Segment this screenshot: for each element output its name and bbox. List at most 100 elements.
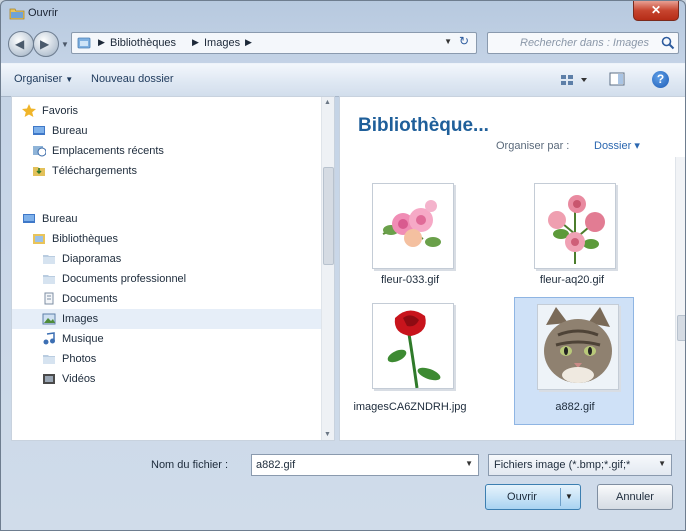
pink-roses-thumbnail — [382, 200, 441, 247]
image-thumbnail — [534, 183, 616, 269]
sidebar-item-label: Bibliothèques — [52, 233, 119, 245]
search-icon[interactable] — [661, 36, 675, 50]
scroll-thumb[interactable] — [323, 167, 334, 265]
address-bar[interactable]: ▶ Bibliothèques ▶ Images ▶ ▼ ↻ — [71, 32, 477, 54]
file-name: fleur-033.gif — [380, 274, 440, 286]
file-item[interactable]: fleur-033.gif — [350, 177, 470, 297]
chevron-down-icon[interactable]: ▼ — [465, 459, 473, 468]
sidebar-item-label: Documents — [62, 293, 118, 305]
file-name: imagesCA6ZNDRH.jpg — [353, 401, 467, 413]
navigation-pane: Favoris Bureau Emplacements récents Télécha… — [11, 96, 335, 441]
sidebar-item-bibliotheques[interactable]: Bibliothèques — [12, 229, 322, 249]
breadcrumb-separator[interactable]: ▶ — [98, 37, 105, 48]
image-thumbnail — [537, 304, 619, 390]
open-button-label: Ouvrir — [507, 491, 537, 503]
forward-arrow-icon: ▶ — [40, 37, 50, 51]
folder-icon — [42, 352, 56, 365]
arrange-by-label: Organiser par : — [496, 140, 570, 152]
organize-button[interactable]: Organiser ▼ — [14, 73, 73, 85]
search-placeholder: Rechercher dans : Images — [520, 37, 650, 49]
open-options-dropdown[interactable]: ▼ — [560, 488, 577, 506]
filename-input[interactable]: a882.gif ▼ — [251, 454, 479, 476]
arrange-by-value: Dossier — [594, 140, 632, 152]
organize-label: Organiser — [14, 73, 63, 85]
desktop-icon — [22, 212, 36, 225]
back-button[interactable]: ◀ — [8, 31, 34, 57]
scroll-down-icon[interactable]: ▼ — [324, 431, 331, 438]
content-scrollbar[interactable] — [675, 157, 685, 440]
breadcrumb-separator[interactable]: ▶ — [192, 37, 199, 48]
cat-thumbnail — [538, 305, 618, 389]
breadcrumb-separator[interactable]: ▶ — [245, 37, 252, 48]
sidebar-item-images[interactable]: Images — [12, 309, 322, 329]
recent-places-icon — [32, 144, 47, 157]
search-input[interactable]: Rechercher dans : Images — [487, 32, 679, 54]
sidebar-item-documents[interactable]: Documents — [12, 289, 322, 309]
cancel-button[interactable]: Annuler — [597, 484, 673, 510]
sidebar-item-diaporamas[interactable]: Diaporamas — [12, 249, 322, 269]
documents-icon — [42, 292, 56, 305]
help-icon[interactable]: ? — [652, 71, 669, 88]
star-icon — [22, 104, 36, 117]
folder-icon — [42, 272, 56, 285]
sidebar-item-bureau[interactable]: Bureau — [12, 209, 322, 229]
rose-bouquet-thumbnail — [548, 195, 605, 264]
sidebar-item-label: Vidéos — [62, 373, 96, 385]
chevron-down-icon[interactable]: ▼ — [658, 459, 666, 468]
preview-pane-icon[interactable] — [609, 71, 625, 87]
sidebar-item-videos[interactable]: Vidéos — [12, 369, 322, 389]
sidebar-item-label: Documents professionnel — [62, 273, 187, 285]
file-type-select[interactable]: Fichiers image (*.bmp;*.gif;* ▼ — [488, 454, 672, 476]
filename-label: Nom du fichier : — [151, 459, 229, 471]
close-icon: ✕ — [650, 3, 662, 17]
sidebar-item-favoris[interactable]: Favoris — [12, 101, 322, 121]
sidebar-item-emplacements-recents[interactable]: Emplacements récents — [12, 141, 322, 161]
new-folder-button[interactable]: Nouveau dossier — [91, 73, 174, 85]
open-file-dialog: Ouvrir ✕ ◀ ▶ ▼ ▶ Bibliothèques ▶ Images … — [0, 0, 686, 531]
file-name: a882.gif — [555, 401, 595, 413]
scroll-up-icon[interactable]: ▲ — [324, 99, 331, 106]
change-view-icon[interactable] — [559, 72, 593, 88]
downloads-icon — [32, 164, 46, 177]
breadcrumb-images[interactable]: Images — [204, 37, 240, 49]
sidebar-item-label: Emplacements récents — [52, 145, 164, 157]
open-button[interactable]: Ouvrir ▼ — [485, 484, 581, 510]
image-thumbnail — [372, 303, 454, 389]
sidebar-item-label: Images — [62, 313, 99, 325]
file-list-pane: Bibliothèque... Organiser par : Dossier … — [339, 96, 685, 441]
library-folder-icon — [77, 37, 91, 49]
sidebar-item-telechargements[interactable]: Téléchargements — [12, 161, 322, 181]
file-item[interactable]: imagesCA6ZNDRH.jpg — [350, 297, 470, 437]
chevron-down-icon: ▼ — [65, 75, 74, 84]
file-name: fleur-aq20.gif — [539, 274, 605, 286]
breadcrumb-libraries[interactable]: Bibliothèques — [110, 37, 176, 49]
navigation-scrollbar[interactable]: ▲ ▼ — [321, 97, 334, 440]
command-bar: Organiser ▼ Nouveau dossier ? — [1, 63, 685, 97]
close-button[interactable]: ✕ — [633, 1, 679, 21]
recent-pages-dropdown[interactable]: ▼ — [61, 40, 69, 49]
title-bar: Ouvrir ✕ — [1, 1, 685, 27]
sidebar-item-documents-professionnel[interactable]: Documents professionnel — [12, 269, 322, 289]
folder-icon — [9, 8, 25, 20]
file-item[interactable]: fleur-aq20.gif — [512, 177, 632, 297]
library-title: Bibliothèque... — [358, 115, 489, 136]
refresh-icon[interactable]: ↻ — [455, 34, 473, 52]
file-item-selected[interactable]: a882.gif — [514, 297, 634, 425]
desktop-icon — [32, 124, 46, 137]
videos-icon — [42, 372, 56, 385]
red-rose-thumbnail — [387, 310, 441, 389]
sidebar-item-bureau[interactable]: Bureau — [12, 121, 322, 141]
pictures-icon — [42, 312, 56, 325]
scroll-thumb[interactable] — [677, 315, 685, 341]
sidebar-item-label: Bureau — [42, 213, 78, 225]
sidebar-item-label: Bureau — [52, 125, 88, 137]
address-dropdown-icon[interactable]: ▼ — [444, 37, 452, 46]
libraries-icon — [32, 232, 46, 245]
sidebar-item-photos[interactable]: Photos — [12, 349, 322, 369]
sidebar-item-label: Téléchargements — [52, 165, 137, 177]
filename-value: a882.gif — [256, 459, 296, 471]
image-thumbnail — [372, 183, 454, 269]
forward-button[interactable]: ▶ — [33, 31, 59, 57]
sidebar-item-musique[interactable]: Musique — [12, 329, 322, 349]
arrange-by-dropdown[interactable]: Dossier ▾ — [594, 139, 640, 152]
